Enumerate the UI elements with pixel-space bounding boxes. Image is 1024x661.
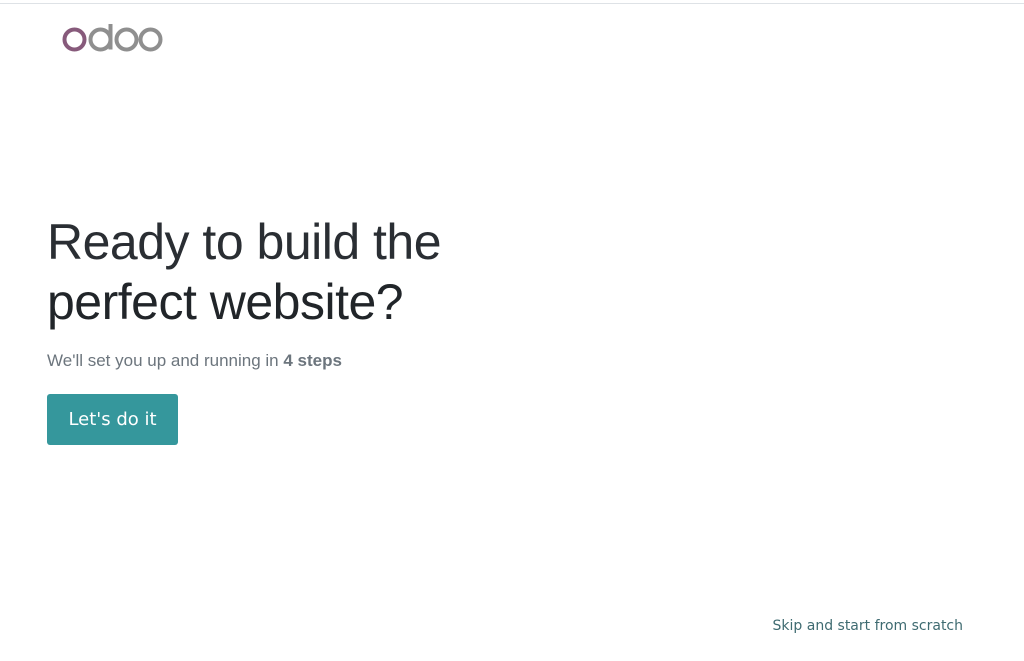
skip-and-start-from-scratch-link[interactable]: Skip and start from scratch [773,618,963,634]
headline-line-1: Ready to build the [47,214,442,270]
website-configurator-welcome: Ready to build the perfect website? We'l… [0,0,1024,661]
step-count: 4 steps [283,351,342,370]
top-divider [0,3,1024,4]
odoo-logo [62,24,164,54]
headline-line-2: perfect website? [47,274,404,330]
subtitle-prefix: We'll set you up and running in [47,351,279,370]
page-title: Ready to build the perfect website? [47,212,647,332]
start-configurator-button[interactable]: Let's do it [47,394,178,445]
hero-section: Ready to build the perfect website? We'l… [47,212,647,372]
setup-subtitle: We'll set you up and running in 4 steps [47,350,647,372]
